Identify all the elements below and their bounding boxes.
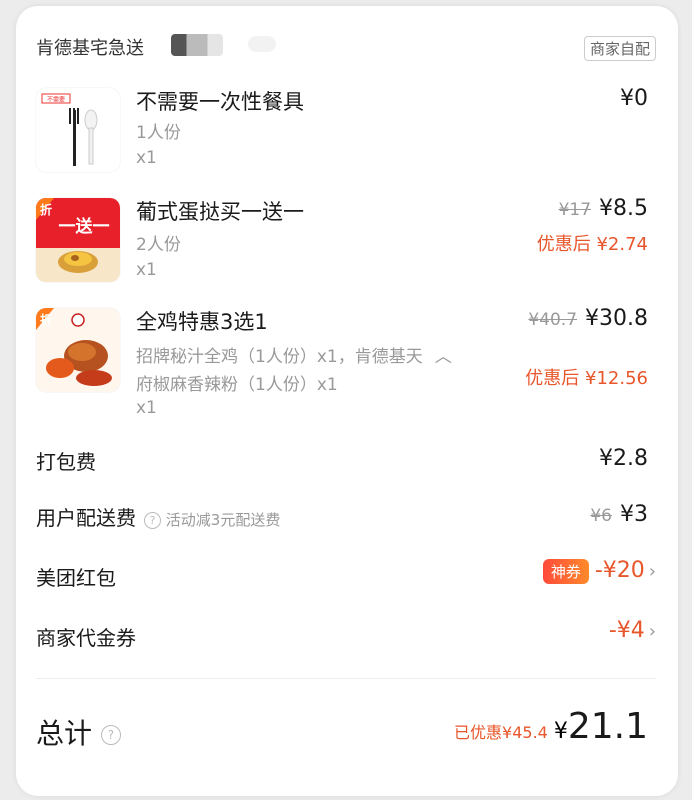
delivery-fee-note-text: 活动减3元配送费: [165, 511, 281, 529]
item-detail: 招牌秘汁全鸡（1人份）x1，肯德基天 ︿: [136, 342, 452, 367]
chicken-image: 折: [36, 308, 120, 392]
thumb-banner: 一送一: [59, 216, 110, 237]
total-row-label: 总计 ?: [36, 712, 121, 752]
shop-name[interactable]: 肯德基宅急送: [36, 34, 144, 60]
cutlery-icon: 不需要: [41, 93, 98, 166]
item-name: 全鸡特惠3选1: [136, 310, 268, 334]
item-thumbnail-chicken[interactable]: 折: [36, 308, 120, 392]
chevron-up-icon[interactable]: ︿: [435, 347, 452, 367]
item-quantity: x1: [136, 148, 157, 168]
egg-tart-image: 折 一送一: [36, 198, 120, 282]
packing-fee-label: 打包费: [36, 450, 96, 474]
item-price: ¥8.5: [599, 196, 648, 221]
discount-tag: 折: [40, 202, 52, 217]
item-detail-line1: 招牌秘汁全鸡（1人份）x1，肯德基天: [136, 347, 423, 367]
item-price-group: ¥40.7 ¥30.8: [528, 306, 648, 331]
question-icon[interactable]: ?: [100, 725, 121, 745]
item-quantity: x1: [136, 260, 157, 280]
item-thumbnail-cutlery[interactable]: 不需要: [36, 88, 120, 172]
red-packet-selector[interactable]: 神券 -¥20 ›: [542, 558, 656, 584]
total-label: 总计: [36, 717, 93, 750]
delivery-fee-value: ¥3: [620, 502, 648, 527]
item-quantity: x1: [136, 398, 157, 418]
delivery-fee-row: 用户配送费? 活动减3元配送费: [36, 502, 280, 531]
saved-amount: 已优惠¥45.4: [454, 723, 548, 742]
delivery-original-fee: ¥6: [590, 506, 612, 526]
chevron-right-icon: ›: [648, 621, 656, 642]
delivery-fee-note[interactable]: ? 活动减3元配送费: [144, 511, 280, 529]
question-icon[interactable]: ?: [144, 512, 161, 529]
item-price: ¥30.8: [585, 306, 648, 331]
voucher-value: -¥4: [608, 618, 645, 643]
redacted-blur: [248, 36, 276, 52]
item-name: 不需要一次性餐具: [136, 90, 304, 114]
divider: [36, 678, 656, 679]
discount-tag: 折: [40, 312, 52, 327]
item-price-group: ¥17 ¥8.5: [559, 196, 648, 221]
delivery-badge: 商家自配: [583, 36, 656, 61]
delivery-fee-label: 用户配送费: [36, 506, 136, 530]
item-detail-line2: 府椒麻香辣粉（1人份）x1: [136, 375, 338, 395]
chevron-right-icon: ›: [648, 561, 656, 582]
total-amount: 21.1: [567, 706, 648, 747]
item-portion: 1人份: [136, 123, 181, 143]
voucher-label: 商家代金券: [36, 626, 136, 650]
price-after-discount: 优惠后 ¥2.74: [536, 234, 648, 255]
total-value: 已优惠¥45.4 ¥21.1: [454, 706, 648, 747]
order-summary-card: 肯德基宅急送 商家自配 不需要 不需要一次性餐具 1人份 x1 ¥0 折 一送一: [16, 6, 678, 796]
item-name: 葡式蛋挞买一送一: [136, 200, 304, 224]
red-packet-value: -¥20: [594, 558, 645, 583]
thumb-tag: 不需要: [47, 97, 65, 104]
original-price: ¥40.7: [528, 310, 578, 330]
redacted-shop-suffix: [171, 34, 223, 56]
delivery-fee-price: ¥6 ¥3: [590, 502, 648, 527]
price-after-discount: 优惠后 ¥12.56: [525, 368, 648, 389]
item-portion: 2人份: [136, 235, 181, 255]
original-price: ¥17: [558, 200, 592, 220]
packing-fee-value: ¥2.8: [599, 446, 648, 471]
voucher-selector[interactable]: -¥4 ›: [609, 618, 656, 643]
shenquan-badge: 神券: [542, 558, 589, 584]
item-thumbnail-egg-tart[interactable]: 折 一送一: [36, 198, 120, 282]
item-price: ¥0: [620, 86, 648, 111]
currency-symbol: ¥: [553, 719, 568, 744]
red-packet-label: 美团红包: [36, 566, 116, 590]
